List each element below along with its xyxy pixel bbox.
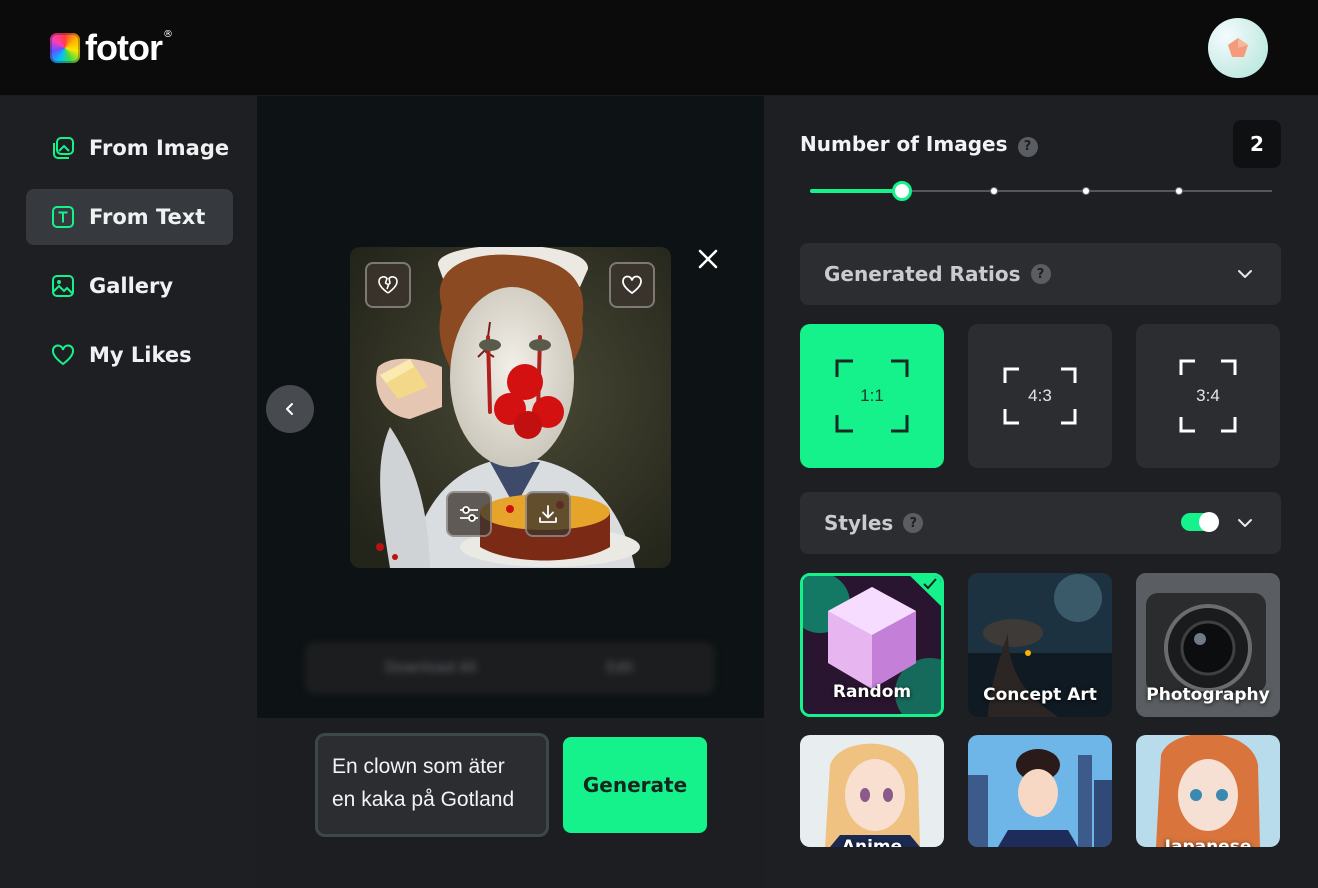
sidebar: From Image From Text Gallery My Likes: [0, 96, 257, 888]
ratio-label: 4:3: [1028, 386, 1052, 405]
check-icon: [923, 578, 937, 590]
slider-fill: [810, 189, 903, 193]
heart-icon: [52, 344, 74, 366]
number-of-images-label-row: Number of Images?: [800, 132, 1038, 157]
city-anime-thumbnail: [968, 735, 1112, 847]
close-icon: [698, 249, 718, 269]
style-card-anime[interactable]: Anime: [800, 735, 944, 847]
logo-registered-mark: ®: [162, 28, 173, 40]
help-icon[interactable]: ?: [1030, 264, 1051, 284]
previous-image-button[interactable]: [266, 385, 314, 433]
styles-label: Styles: [824, 511, 894, 535]
help-icon[interactable]: ?: [1017, 136, 1038, 157]
blurred-edit: Edit: [606, 660, 634, 676]
pentagon-avatar-icon: [1228, 38, 1248, 57]
style-card-random[interactable]: Random: [800, 573, 944, 717]
ratio-option-1-1[interactable]: 1:1: [800, 324, 944, 468]
download-icon: [539, 505, 557, 523]
close-preview-button[interactable]: [693, 244, 723, 274]
like-button[interactable]: [609, 262, 655, 308]
gallery-icon: [52, 275, 74, 297]
sidebar-item-gallery[interactable]: Gallery: [26, 258, 233, 314]
heart-icon: [622, 275, 642, 295]
anime-thumbnail: [800, 735, 944, 847]
sidebar-item-label: From Text: [89, 205, 206, 229]
styles-header[interactable]: Styles?: [800, 492, 1281, 554]
chevron-left-icon: [286, 403, 293, 415]
japanese-thumbnail: [1136, 735, 1280, 847]
style-card-japanese[interactable]: Japanese: [1136, 735, 1280, 847]
style-name: Concept Art: [983, 685, 1097, 705]
fotor-logo[interactable]: fotor ®: [50, 27, 173, 68]
slider-thumb[interactable]: [892, 181, 913, 201]
style-name: Random: [832, 682, 912, 702]
ratio-option-4-3[interactable]: 4:3: [968, 324, 1112, 468]
style-card-city-anime[interactable]: [968, 735, 1112, 847]
prompt-input[interactable]: [315, 733, 549, 837]
fotor-logo-icon: [50, 33, 80, 63]
style-name: Japanese: [1164, 837, 1252, 847]
slider-step[interactable]: [1175, 187, 1183, 195]
preview-area: Download All Edit Generate: [257, 96, 764, 888]
top-bar: fotor ®: [0, 0, 1318, 96]
broken-heart-icon: [378, 276, 398, 294]
dislike-button[interactable]: [365, 262, 411, 308]
download-button[interactable]: [525, 491, 571, 537]
logo-text: fotor: [85, 27, 163, 68]
style-name: Anime: [841, 837, 903, 847]
blurred-action-bar: Download All Edit: [305, 642, 715, 694]
chevron-down-icon: [1238, 519, 1252, 527]
ratio-option-3-4[interactable]: 3:4: [1136, 324, 1280, 468]
user-avatar[interactable]: [1208, 18, 1268, 78]
slider-step[interactable]: [1082, 187, 1090, 195]
sidebar-item-my-likes[interactable]: My Likes: [26, 327, 233, 383]
style-card-concept-art[interactable]: Concept Art: [968, 573, 1112, 717]
generated-ratios-label: Generated Ratios: [824, 262, 1021, 286]
sidebar-item-from-image[interactable]: From Image: [26, 120, 233, 176]
sidebar-item-label: My Likes: [89, 343, 192, 367]
adjust-button[interactable]: [446, 491, 492, 537]
number-of-images-slider[interactable]: [810, 179, 1272, 203]
chevron-down-icon: [1238, 270, 1252, 278]
styles-toggle[interactable]: [1181, 512, 1219, 532]
generated-ratios-header[interactable]: Generated Ratios?: [800, 243, 1281, 305]
style-card-photography[interactable]: Photography: [1136, 573, 1280, 717]
number-of-images-value: 2: [1233, 120, 1281, 168]
settings-panel: Number of Images? 2 Generated Ratios? 1:…: [764, 96, 1318, 888]
number-of-images-label: Number of Images: [800, 132, 1008, 156]
help-icon[interactable]: ?: [903, 513, 924, 533]
sidebar-item-from-text[interactable]: From Text: [26, 189, 233, 245]
image-stack-icon: [53, 137, 74, 159]
slider-step[interactable]: [990, 187, 998, 195]
ratio-label: 3:4: [1196, 386, 1220, 405]
sidebar-item-label: Gallery: [89, 274, 174, 298]
blurred-download-all: Download All: [385, 660, 477, 676]
generated-image[interactable]: [350, 247, 671, 568]
generate-button[interactable]: Generate: [563, 737, 707, 833]
text-box-icon: [52, 206, 74, 228]
sliders-icon: [460, 506, 478, 522]
style-name: Photography: [1146, 685, 1270, 705]
sidebar-item-label: From Image: [89, 136, 230, 160]
ratio-label: 1:1: [860, 386, 884, 405]
